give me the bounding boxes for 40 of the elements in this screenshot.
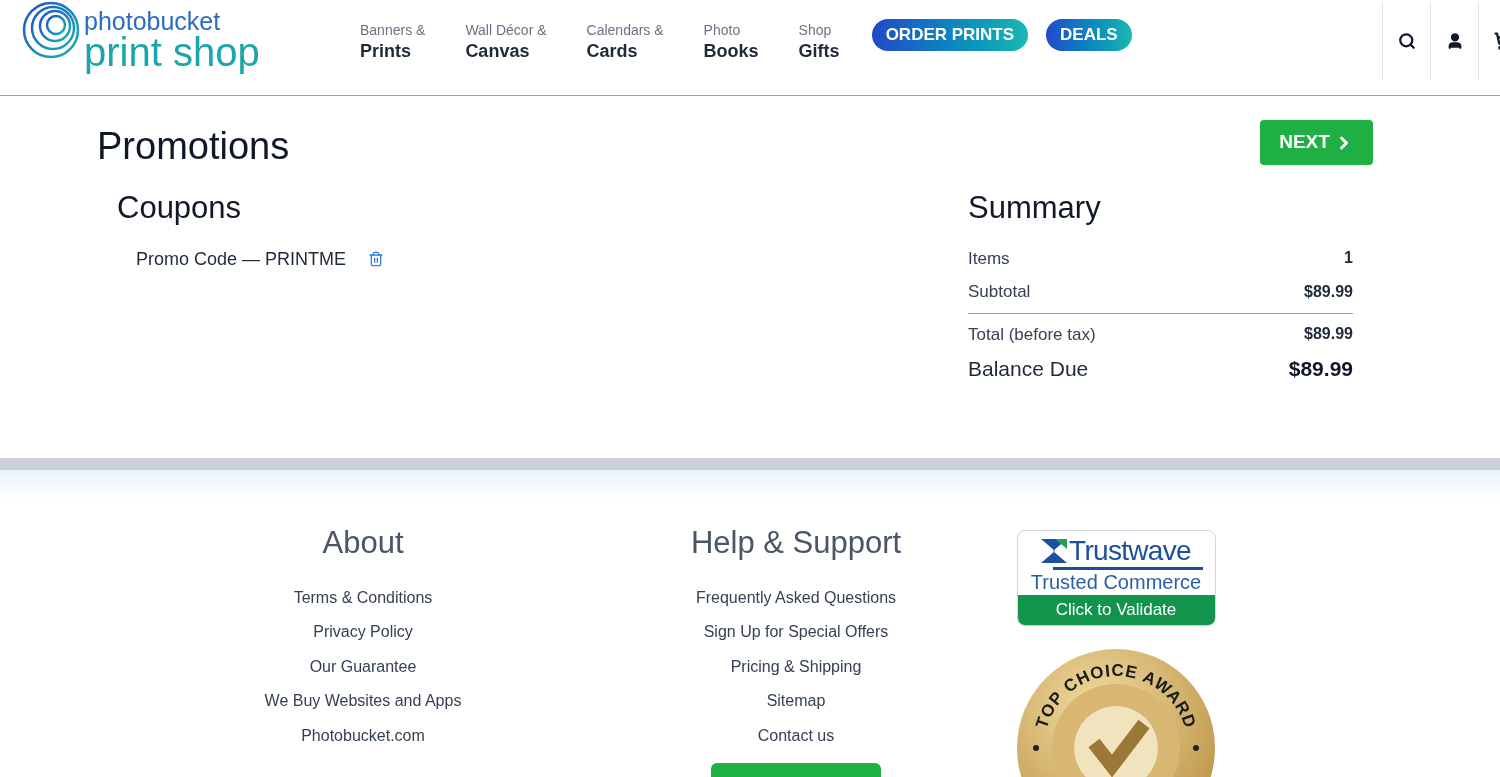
logo-wordmark[interactable]: photobucket: [84, 8, 260, 34]
promo-pill-button[interactable]: DEALS: [1046, 19, 1132, 51]
trash-icon[interactable]: [368, 251, 385, 267]
nav-link[interactable]: Photo Books: [703, 22, 759, 62]
section-title: Coupons: [117, 189, 243, 227]
footer-link[interactable]: Contact us: [757, 718, 835, 753]
coupon-label: Promo Code — PRINTME: [136, 247, 347, 271]
flag-logo-icon: [1041, 539, 1068, 563]
spiral-logo-icon: [22, 1, 80, 59]
trust-badge[interactable]: Trustwave Trusted Commerce Click to Validate: [1016, 530, 1216, 626]
summary-label: Total (before tax): [968, 323, 1096, 346]
nav-link[interactable]: Shop Gifts: [798, 22, 840, 62]
footer-link[interactable]: Photobucket.com: [301, 718, 425, 753]
footer-link[interactable]: We Buy Websites and Apps: [264, 684, 462, 719]
nav-link[interactable]: Banners & Prints: [360, 22, 426, 62]
summary-value: $89.99: [1288, 356, 1353, 382]
nav-link[interactable]: Wall Décor & Canvas: [465, 22, 547, 62]
footer-link[interactable]: Sign Up for Special Offers: [703, 615, 889, 650]
summary-label: Balance Due: [968, 356, 1089, 382]
footer-link[interactable]: Frequently Asked Questions: [695, 580, 897, 615]
nav-link[interactable]: Calendars & Cards: [586, 22, 664, 62]
summary-value: $89.99: [1304, 281, 1353, 302]
summary-label: Items: [968, 247, 1010, 270]
summary-value: 1: [1344, 248, 1353, 269]
footer-link[interactable]: Terms & Conditions: [293, 580, 433, 615]
trust-subtitle: Trusted Commerce: [1030, 570, 1202, 595]
footer-link[interactable]: Privacy Policy: [313, 615, 413, 650]
promo-pill-button[interactable]: ORDER PRINTS: [871, 19, 1029, 51]
section-title: Summary: [968, 189, 1102, 227]
footer-link[interactable]: Our Guarantee: [309, 649, 417, 684]
footer-heading: About: [322, 524, 404, 562]
trust-brand: Trustwave: [1069, 537, 1191, 565]
footer-link[interactable]: Pricing & Shipping: [730, 649, 862, 684]
summary-value: $89.99: [1304, 324, 1353, 345]
footer-link[interactable]: Sitemap: [766, 684, 826, 719]
page-title: Promotions: [97, 124, 290, 169]
footer-heading: Help & Support: [690, 524, 902, 562]
summary-label: Subtotal: [968, 281, 1031, 303]
trust-action: Click to Validate: [1017, 595, 1215, 625]
search-icon[interactable]: [1397, 32, 1416, 50]
